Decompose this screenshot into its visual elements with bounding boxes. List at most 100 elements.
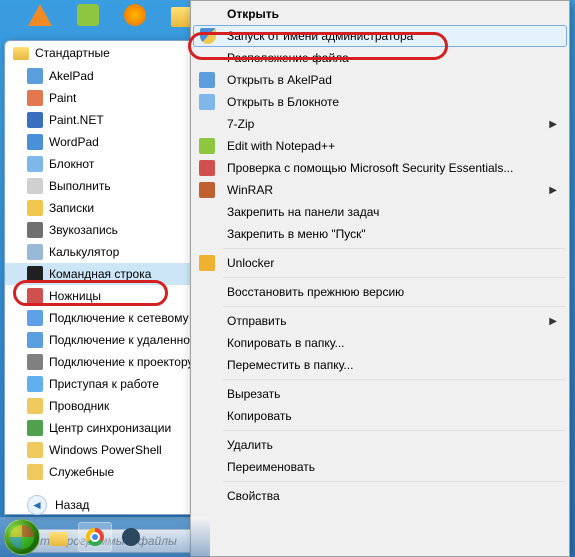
context-menu-item[interactable]: WinRAR ▶ [193,179,567,201]
context-menu-item[interactable]: Свойства [193,485,567,507]
taskbar-steam[interactable] [114,522,148,552]
program-label: Проводник [49,399,109,413]
program-item[interactable]: Paint [5,87,213,109]
context-menu-item[interactable]: Переместить в папку... [193,354,567,376]
app-icon [199,255,215,271]
context-menu-item[interactable]: Копировать [193,405,567,427]
context-menu-item[interactable]: Закрепить на панели задач [193,201,567,223]
menu-item-label: Переместить в папку... [227,358,353,372]
menu-item-label: Unlocker [227,256,274,270]
context-menu: Открыть Запуск от имени администратора Рас… [190,0,570,557]
program-label: Paint [49,91,76,105]
notepadpp-icon[interactable] [77,4,99,26]
program-label: Подключение к проектору [49,355,194,369]
desktop-icons [28,4,197,27]
context-menu-item[interactable]: Открыть [193,3,567,25]
menu-item-label: WinRAR [227,183,273,197]
firefox-icon[interactable] [124,4,146,26]
separator [223,306,565,307]
context-menu-item[interactable]: Открыть в Блокноте [193,91,567,113]
context-menu-item[interactable]: Расположение файла [193,47,567,69]
menu-item-label: Закрепить на панели задач [227,205,379,219]
program-item[interactable]: Ножницы [5,285,213,307]
app-icon [199,94,215,110]
program-item[interactable]: Paint.NET [5,109,213,131]
menu-item-label: Открыть в AkelPad [227,73,332,87]
app-icon [199,138,215,154]
context-menu-item[interactable]: Вырезать [193,383,567,405]
program-label: Приступая к работе [49,377,159,391]
shield-icon [200,28,216,44]
menu-item-label: Копировать [227,409,292,423]
folder-icon [27,464,43,480]
back-arrow-icon: ◄ [27,495,47,515]
program-item[interactable]: Звукозапись [5,219,213,241]
app-icon [27,68,43,84]
app-icon [199,160,215,176]
menu-item-label: Копировать в папку... [227,336,345,350]
program-item[interactable]: Блокнот [5,153,213,175]
folder-icon [27,442,43,458]
app-icon [27,310,43,326]
context-menu-item[interactable]: Unlocker [193,252,567,274]
app-icon [27,244,43,260]
context-menu-inner: Открыть Запуск от имени администратора Рас… [193,3,567,507]
context-menu-item[interactable]: Восстановить прежнюю версию [193,281,567,303]
context-menu-item[interactable]: 7-Zip▶ [193,113,567,135]
program-item[interactable]: Записки [5,197,213,219]
program-label: Paint.NET [49,113,104,127]
separator [223,248,565,249]
program-item[interactable]: Калькулятор [5,241,213,263]
program-item[interactable]: Командная строка [5,263,213,285]
taskbar [0,517,210,557]
taskbar-explorer[interactable] [42,522,76,552]
program-item[interactable]: Подключение к сетевому [5,307,213,329]
program-item[interactable]: Подключение к удаленно [5,329,213,351]
menu-item-label: Запуск от имени администратора [227,29,413,43]
menu-item-label: Отправить [227,314,287,328]
app-icon [27,354,43,370]
menu-item-label: Переименовать [227,460,315,474]
start-folder-header[interactable]: Стандартные [5,41,213,65]
app-icon [27,112,43,128]
vlc-icon[interactable] [28,4,52,26]
submenu-arrow-icon: ▶ [549,119,557,130]
menu-item-label: Расположение файла [227,51,349,65]
program-label: Подключение к сетевому [49,311,189,325]
program-item[interactable]: Центр синхронизации [5,417,213,439]
folder-icon [13,47,29,60]
context-menu-item[interactable]: Закрепить в меню "Пуск" [193,223,567,245]
taskbar-chrome[interactable] [78,522,112,552]
app-icon [27,134,43,150]
program-item[interactable]: Выполнить [5,175,213,197]
program-item[interactable]: Служебные [5,461,213,483]
submenu-arrow-icon: ▶ [549,316,557,327]
menu-item-label: Edit with Notepad++ [227,139,335,153]
app-icon [27,266,43,282]
context-menu-item[interactable]: Переименовать [193,456,567,478]
program-item[interactable]: Проводник [5,395,213,417]
app-icon [27,222,43,238]
program-item[interactable]: WordPad [5,131,213,153]
program-label: Служебные [49,465,114,479]
program-item[interactable]: Подключение к проектору [5,351,213,373]
app-icon [27,398,43,414]
context-menu-item[interactable]: Удалить [193,434,567,456]
program-item[interactable]: Приступая к работе [5,373,213,395]
start-menu: Стандартные AkelPad Paint Paint.NET WordPad… [4,40,214,515]
program-label: Записки [49,201,94,215]
context-menu-item[interactable]: Отправить ▶ [193,310,567,332]
context-menu-item[interactable]: Копировать в папку... [193,332,567,354]
context-menu-item[interactable]: Открыть в AkelPad [193,69,567,91]
context-menu-item[interactable]: Проверка с помощью Microsoft Security Es… [193,157,567,179]
program-label: Подключение к удаленно [49,333,190,347]
back-label: Назад [55,498,89,512]
program-item[interactable]: Windows PowerShell [5,439,213,461]
submenu-arrow-icon: ▶ [549,185,557,196]
context-menu-item[interactable]: Запуск от имени администратора [193,25,567,47]
context-menu-item[interactable]: Edit with Notepad++ [193,135,567,157]
program-label: Ножницы [49,289,101,303]
start-orb[interactable] [4,519,40,555]
program-label: Выполнить [49,179,111,193]
program-item[interactable]: AkelPad [5,65,213,87]
